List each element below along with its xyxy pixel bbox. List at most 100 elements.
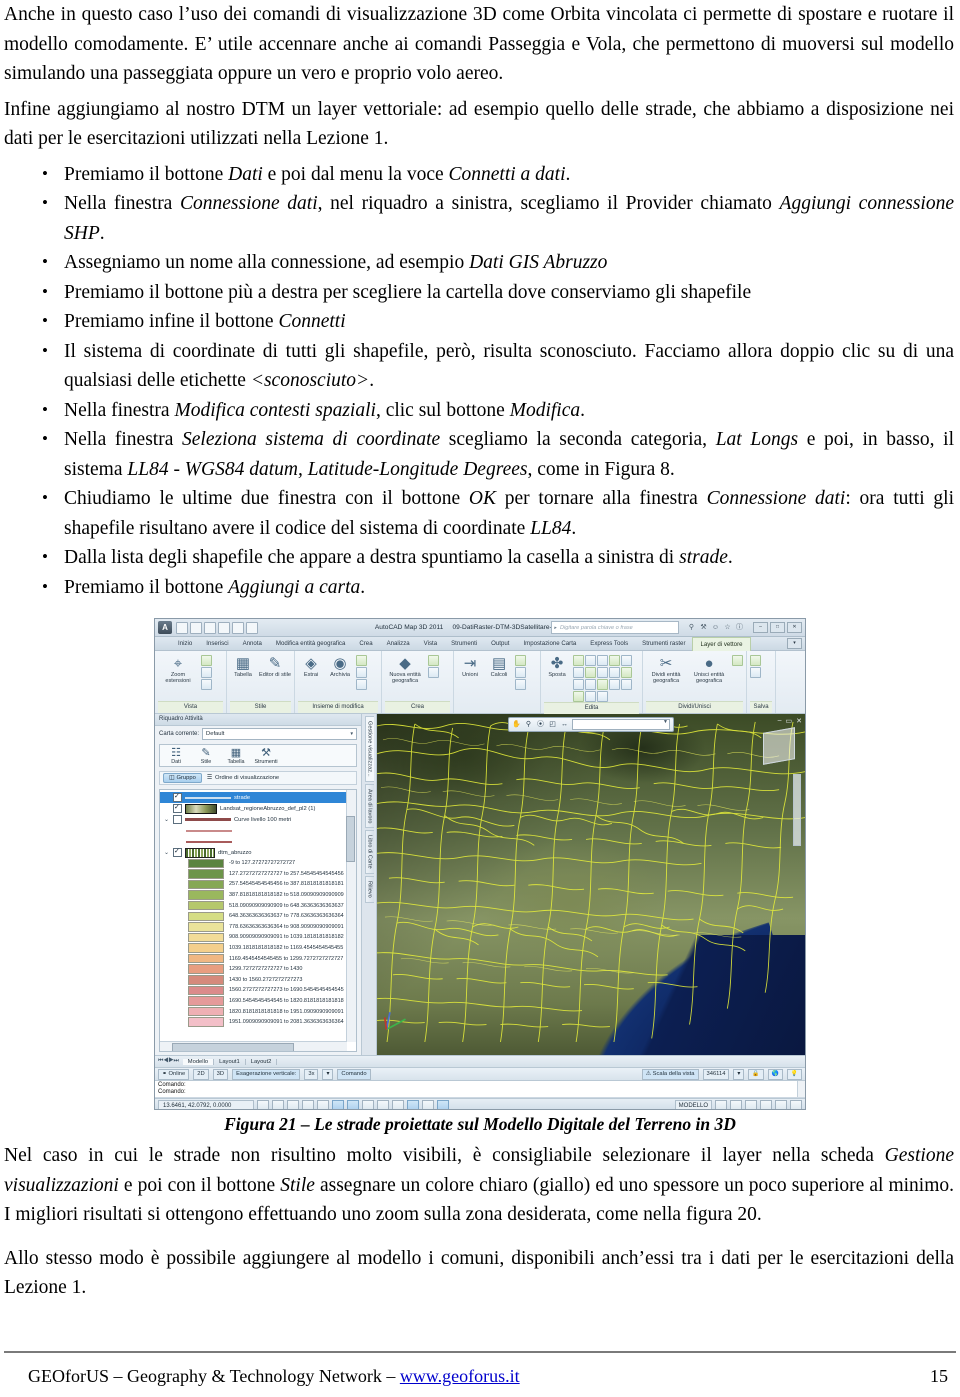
layout-nav-arrows[interactable]: ⏮◀▶⏭ [158, 1058, 179, 1065]
layer-visibility-checkbox[interactable] [173, 803, 182, 813]
annotation-scale-icon[interactable] [745, 1099, 757, 1109]
ribbon-small-icon-group[interactable] [573, 655, 639, 702]
ribbon-small-icon[interactable] [597, 679, 609, 690]
ribbon-small-icon[interactable] [201, 655, 212, 666]
map-close-button[interactable]: ✕ [796, 717, 802, 725]
layout-tab-bar[interactable]: ⏮◀▶⏭ Modello Layout1 Layout2 [155, 1055, 805, 1067]
map-minimize-button[interactable]: – [778, 717, 782, 725]
zoom-icon[interactable]: ⚲ [524, 720, 533, 729]
ribbon-button-archivia[interactable]: ◉ Archivia [327, 655, 353, 678]
map-navigation-toolbar[interactable]: ✋ ⚲ ⦿ ◰ ↔ [508, 717, 674, 732]
ribbon-small-icon[interactable] [585, 667, 597, 678]
task-pane-vertical-tabs[interactable]: Gestione visualizzaz... Area di lavoro Lib… [362, 714, 377, 1055]
osnap-toggle[interactable] [317, 1099, 329, 1109]
quick-access-toolbar[interactable] [176, 621, 258, 634]
ribbon-small-icon[interactable] [609, 679, 621, 690]
ribbon-small-icon-group[interactable] [732, 655, 744, 666]
ribbon-small-icon[interactable] [573, 691, 585, 702]
footer-link[interactable]: www.geoforus.it [400, 1366, 520, 1386]
measure-icon[interactable]: ↔ [560, 720, 569, 729]
ribbon-tab-bar[interactable]: Inizio Inserisci Annota Modifica entità geo… [155, 636, 805, 651]
ribbon-button-estrai[interactable]: ◈ Estrai [298, 655, 324, 678]
layer-row[interactable]: ⌄ dtm_abruzzo [160, 847, 347, 858]
ribbon-tab-strumenti-raster[interactable]: Strumenti raster [635, 637, 692, 650]
ribbon-minimize-icon[interactable]: ▾ [787, 638, 802, 649]
ribbon-tab-inizio[interactable]: Inizio [171, 637, 199, 650]
ribbon-small-icon[interactable] [515, 667, 527, 678]
layers-icon[interactable]: ◰ [548, 720, 557, 729]
ribbon-small-icon-group[interactable] [750, 655, 772, 678]
map-viewport[interactable]: ✋⚲⦿◰↔ – ▭ ✕ [377, 714, 805, 1055]
ribbon-small-icon[interactable] [750, 667, 762, 678]
globe-icon[interactable]: 🌎 [767, 1068, 783, 1080]
layer-visibility-checkbox[interactable] [173, 815, 182, 824]
ribbon-small-icon[interactable] [750, 655, 762, 666]
ribbon-small-icon[interactable] [356, 667, 368, 678]
command-line-scrollbar[interactable] [797, 1081, 805, 1097]
layer-tree-horizontal-scrollbar[interactable] [160, 1041, 347, 1051]
map-restore-button[interactable]: ▭ [786, 717, 793, 725]
ribbon-button-nuova-entit-geografica[interactable]: ◆ Nuova entità geografica [385, 655, 425, 685]
vertical-tab-area-di-lavoro[interactable]: Area di lavoro [364, 783, 374, 829]
ribbon-options[interactable]: ▾ [787, 638, 802, 649]
ribbon-tab-layer-di-vettore[interactable]: Layer di vettore [692, 636, 751, 651]
ribbon-small-icon[interactable] [585, 679, 597, 690]
open-file-icon[interactable] [190, 621, 202, 634]
binoculars-icon[interactable]: ⚲ [687, 623, 696, 632]
ribbon-tab-annota[interactable]: Annota [236, 637, 269, 650]
transparency-toggle[interactable] [392, 1099, 404, 1109]
map-layer-select[interactable] [572, 719, 670, 730]
current-map-select[interactable]: Default [202, 728, 357, 740]
ribbon-small-icon[interactable] [428, 667, 440, 678]
map-status-bar[interactable]: ⚭ Online 2D 3D Esagerazione verticale: 3… [155, 1067, 805, 1080]
ribbon-small-icon[interactable] [609, 655, 621, 666]
plot-icon[interactable] [246, 621, 258, 634]
ribbon-small-icon-group[interactable] [201, 655, 223, 690]
ribbon-small-icon-group[interactable] [356, 655, 378, 690]
window-controls[interactable]: – □ ✕ [753, 622, 802, 633]
task-pane-tool-stile[interactable]: ✎ Stile [194, 747, 218, 765]
ribbon-small-icon[interactable] [573, 667, 585, 678]
ribbon-tab-inserisci[interactable]: Inserisci [199, 637, 235, 650]
mode-2d-button[interactable]: 2D [193, 1068, 209, 1080]
quickprops-toggle[interactable] [407, 1099, 419, 1109]
ribbon-tab-output[interactable]: Output [484, 637, 516, 650]
group-button[interactable]: ◫ Gruppo [163, 773, 202, 783]
ribbon-small-icon-group[interactable] [428, 655, 450, 678]
viewport-icon[interactable] [730, 1099, 742, 1109]
layer-visibility-checkbox[interactable] [173, 792, 182, 802]
grid-toggle[interactable] [272, 1099, 284, 1109]
mode-3d-button[interactable]: 3D [212, 1068, 229, 1080]
ribbon-panels[interactable]: ⌖ Zoom estensioni Vista ▦ Tabella ✎ Editor di … [155, 651, 805, 714]
task-pane[interactable]: Riquadro Attività Carta corrente: Defaul… [155, 714, 362, 1055]
wrench-icon[interactable]: ⚒ [699, 623, 708, 632]
command-line-area[interactable]: Comando: Comando: [155, 1080, 805, 1098]
view-scale-value[interactable]: 346114 [702, 1068, 730, 1080]
scrollbar-thumb[interactable] [172, 1043, 294, 1051]
ribbon-button-zoom-estensioni[interactable]: ⌖ Zoom estensioni [158, 655, 198, 685]
help-icon[interactable]: ⓘ [735, 623, 744, 632]
dyn-toggle[interactable] [362, 1099, 374, 1109]
ribbon-small-icon[interactable] [515, 679, 527, 690]
ribbon-small-icon[interactable] [428, 655, 440, 666]
ribbon-small-icon[interactable] [621, 679, 633, 690]
vertical-tab-libro-di-carte[interactable]: Libro di Carte [364, 830, 374, 874]
ribbon-small-icon[interactable] [573, 679, 585, 690]
expand-collapse-icon[interactable]: ⌄ [164, 816, 170, 823]
scrollbar-thumb[interactable] [346, 816, 355, 862]
ribbon-small-icon[interactable] [621, 667, 633, 678]
close-button[interactable]: ✕ [787, 622, 802, 633]
task-pane-tool-tabella[interactable]: ▦ Tabella [224, 747, 248, 765]
ribbon-tab-express-tools[interactable]: Express Tools [583, 637, 635, 650]
ortho-toggle[interactable] [287, 1099, 299, 1109]
view-scale-slider[interactable] [793, 774, 801, 846]
ribbon-small-icon[interactable] [597, 691, 609, 702]
layer-row[interactable]: ⌄ Curve livello 100 metri [160, 814, 347, 825]
online-status[interactable]: ⚭ Online [158, 1068, 190, 1080]
star-icon[interactable]: ☆ [723, 623, 732, 632]
ribbon-small-icon-group[interactable] [515, 655, 537, 690]
display-order-button[interactable]: ☰ Ordine di visualizzazione [207, 775, 279, 781]
ribbon-button-calcoli[interactable]: ▤ Calcoli [486, 655, 512, 678]
view-scale-dropdown-icon[interactable]: ▾ [733, 1068, 745, 1080]
expand-collapse-icon[interactable]: ⌄ [164, 849, 170, 856]
